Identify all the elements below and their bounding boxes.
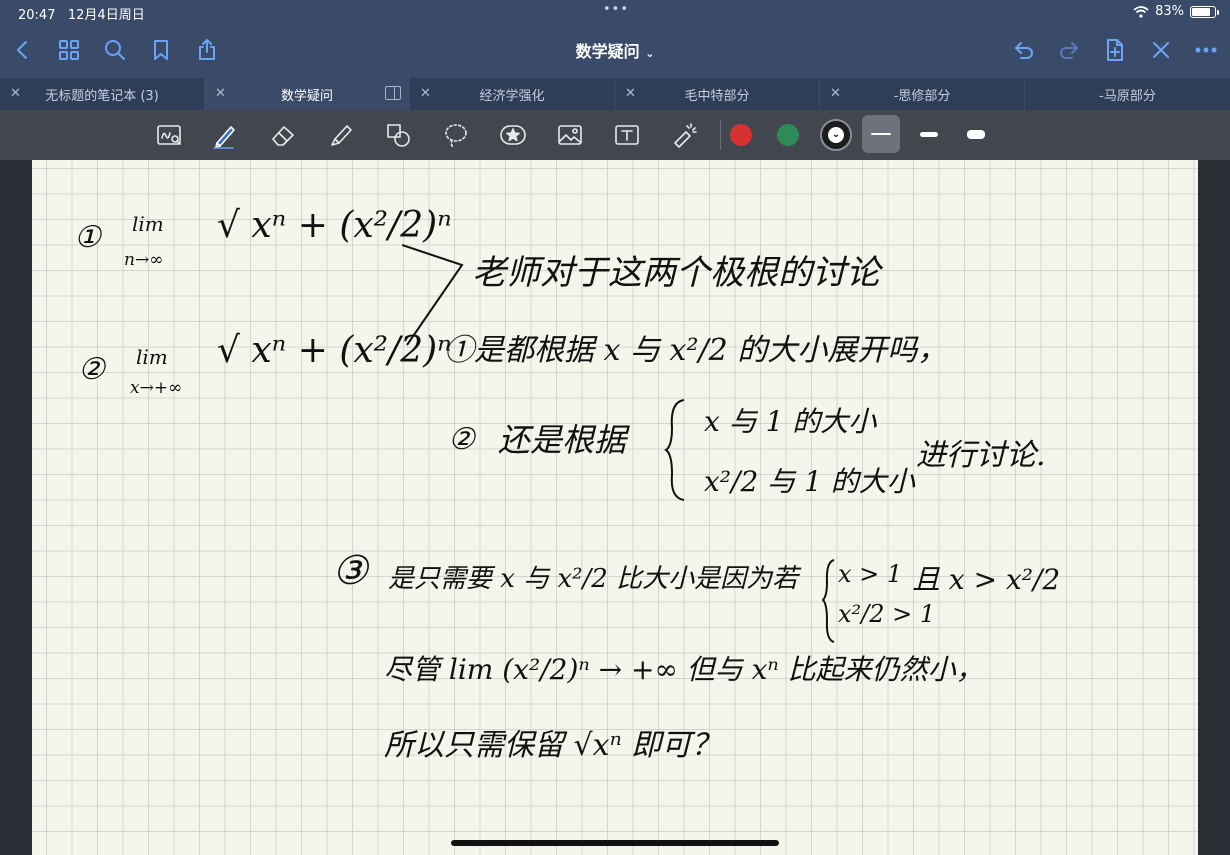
close-pen-icon[interactable] <box>1147 36 1175 64</box>
note-q2-b2: x²/2 与 1 的大小 <box>704 465 915 498</box>
close-icon[interactable]: ✕ <box>830 86 841 101</box>
close-icon[interactable]: ✕ <box>10 86 21 101</box>
toolbar-divider <box>720 120 721 150</box>
image-icon[interactable] <box>553 118 587 152</box>
drawing-toolbar <box>0 110 1230 160</box>
sticker-icon[interactable] <box>496 118 530 152</box>
stroke-medium-line <box>920 131 938 137</box>
notes-app: 20:47 12月4日周日 ••• 83% 数学疑问 ⌄ ✕ 无标题的笔记本 (3… <box>0 0 1230 855</box>
status-indicators: 83% <box>1133 4 1219 19</box>
wifi-icon <box>1133 5 1149 18</box>
note-lim-sub-2: x→+∞ <box>130 378 183 398</box>
tab-label: -思修部分 <box>893 88 951 104</box>
notebook-title-text: 数学疑问 <box>575 42 640 61</box>
note-num-q2: ② <box>448 422 475 457</box>
highlighter-icon[interactable] <box>324 118 358 152</box>
tab-label: 经济学强化 <box>479 88 545 104</box>
note-q3-line2: 尽管 lim (x²/2)ⁿ → +∞ 但与 xⁿ 比起来仍然小， <box>384 653 984 686</box>
tab-label: 无标题的笔记本 (3) <box>45 88 159 104</box>
tab-3[interactable]: ✕ 毛中特部分 <box>615 78 820 110</box>
note-lim-2: lim <box>136 345 168 369</box>
chevron-down-icon: ⌄ <box>828 127 844 143</box>
chevron-down-icon: ⌄ <box>645 47 655 60</box>
more-icon[interactable] <box>1192 36 1220 64</box>
notebook-tabs: ✕ 无标题的笔记本 (3) ✕ 数学疑问 ✕ 经济学强化 ✕ 毛中特部分 ✕ -思修部分 … <box>0 78 1230 110</box>
color-red-swatch[interactable] <box>730 124 752 146</box>
tab-label: 毛中特部分 <box>684 88 750 104</box>
tab-label: -马原部分 <box>1099 88 1156 104</box>
shapes-icon[interactable] <box>381 118 415 152</box>
tab-label: 数学疑问 <box>280 88 333 104</box>
search-icon[interactable] <box>101 36 129 64</box>
back-icon[interactable] <box>9 36 37 64</box>
close-icon[interactable]: ✕ <box>420 86 431 101</box>
color-black-swatch[interactable]: ⌄ <box>820 119 852 151</box>
pen-icon[interactable] <box>208 118 242 152</box>
notebook-title[interactable]: 数学疑问 ⌄ <box>540 38 690 62</box>
stroke-thick-button[interactable] <box>957 115 995 153</box>
note-q3-cond1: x > 1 <box>838 560 903 588</box>
share-icon[interactable] <box>193 36 221 64</box>
undo-icon[interactable] <box>1010 36 1038 64</box>
note-num-q3: ③ <box>332 548 368 594</box>
battery-fill <box>1192 7 1211 16</box>
note-lim-sub-1: n→∞ <box>124 250 164 270</box>
grid-icon[interactable] <box>55 36 83 64</box>
curly-brace-1 <box>664 399 685 501</box>
close-icon[interactable]: ✕ <box>625 86 636 101</box>
tab-5[interactable]: -马原部分 <box>1025 78 1230 110</box>
tab-1[interactable]: ✕ 数学疑问 <box>205 78 410 110</box>
lasso-icon[interactable] <box>439 118 473 152</box>
status-time: 20:47 12月4日周日 <box>18 4 145 23</box>
split-view-icon[interactable] <box>385 86 401 100</box>
top-bar: 20:47 12月4日周日 ••• 83% 数学疑问 ⌄ <box>0 0 1230 78</box>
note-question-1: ①是都根据 x 与 x²/2 的大小展开吗， <box>444 333 948 368</box>
stroke-medium-button[interactable] <box>910 115 948 153</box>
multitask-dots[interactable]: ••• <box>603 2 629 17</box>
color-green-swatch[interactable] <box>777 124 799 146</box>
add-page-icon[interactable] <box>1101 36 1129 64</box>
battery-percent: 83% <box>1155 4 1184 19</box>
text-icon[interactable] <box>610 118 644 152</box>
note-question-intro: 老师对于这两个极根的讨论 <box>472 253 880 293</box>
note-page[interactable]: ① lim n→∞ √ xⁿ + (x²/2)ⁿ ② lim x→+∞ √ xⁿ… <box>32 160 1198 855</box>
note-q3-cond2: x²/2 > 1 <box>838 600 936 628</box>
stroke-thin-line <box>871 133 891 135</box>
bookmark-icon[interactable] <box>147 36 175 64</box>
zoom-window-icon[interactable] <box>152 118 186 152</box>
tab-2[interactable]: ✕ 经济学强化 <box>410 78 615 110</box>
note-q3-line3: 所以只需保留 √xⁿ 即可？ <box>384 728 722 763</box>
date-text: 12月4日周日 <box>67 8 145 23</box>
time-text: 20:47 <box>18 8 56 23</box>
note-q2-a: 还是根据 <box>498 421 627 459</box>
note-lim-1: lim <box>132 212 164 236</box>
note-q3-b: 且 x > x²/2 <box>912 563 1061 596</box>
eraser-icon[interactable] <box>266 118 300 152</box>
note-q2-c: 进行讨论. <box>916 438 1046 473</box>
battery-icon <box>1190 5 1219 18</box>
tab-0[interactable]: ✕ 无标题的笔记本 (3) <box>0 78 205 110</box>
note-q2-b1: x 与 1 的大小 <box>704 405 877 438</box>
curly-brace-2 <box>822 559 835 643</box>
close-icon[interactable]: ✕ <box>215 86 226 101</box>
note-q3-a: 是只需要 x 与 x²/2 比大小是因为若 <box>388 564 799 594</box>
laser-pointer-icon[interactable] <box>668 118 702 152</box>
note-num-1: ① <box>74 220 101 255</box>
home-indicator <box>451 840 779 846</box>
stroke-thin-button[interactable] <box>862 115 900 153</box>
stroke-thick-line <box>967 129 985 139</box>
redo-icon[interactable] <box>1055 36 1083 64</box>
tab-4[interactable]: ✕ -思修部分 <box>820 78 1025 110</box>
note-num-2: ② <box>78 352 105 387</box>
